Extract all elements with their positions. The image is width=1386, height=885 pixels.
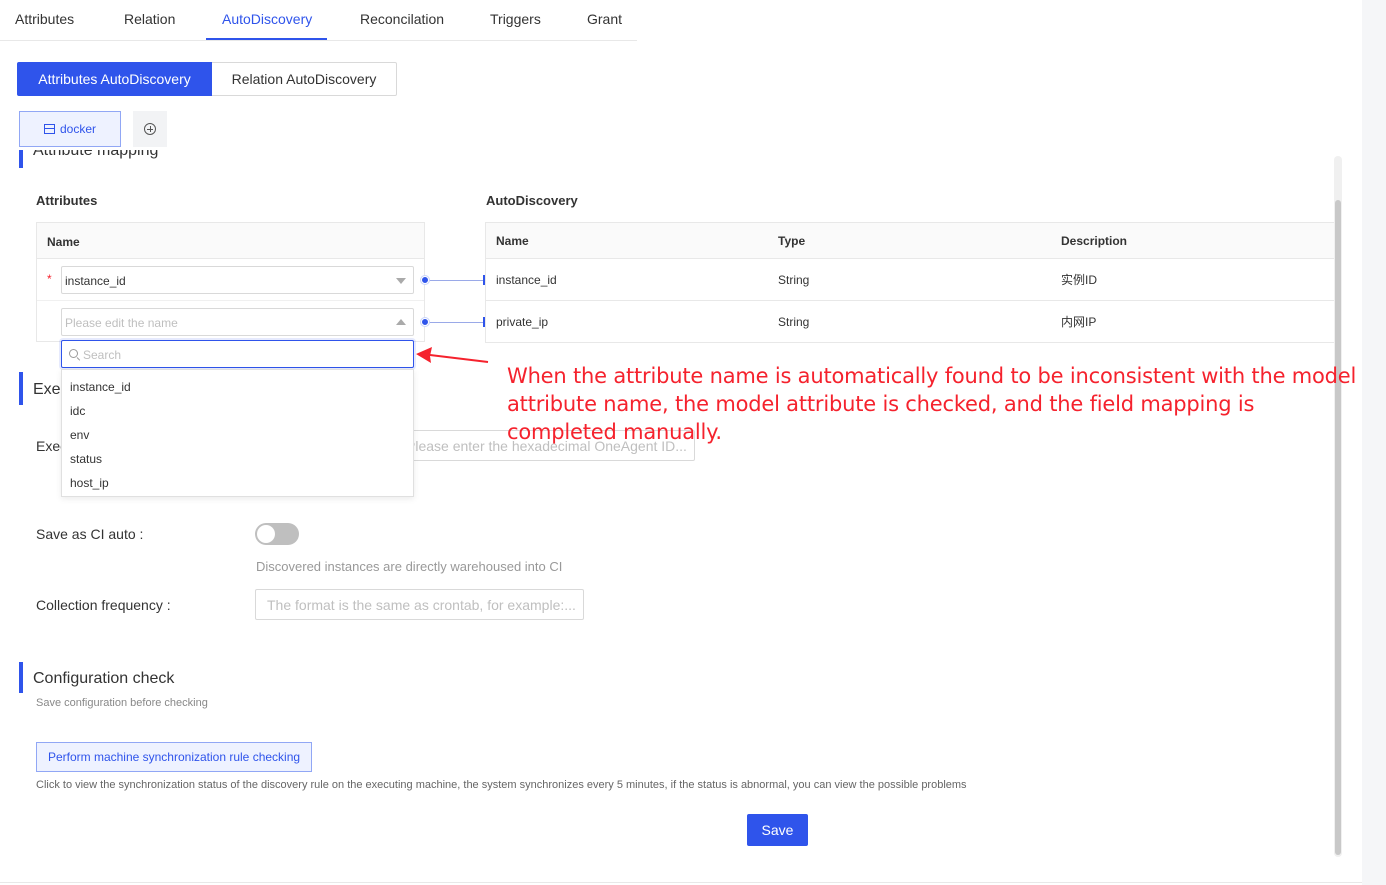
- add-tab-button[interactable]: [133, 111, 167, 147]
- attributes-table-header: Name: [37, 223, 424, 259]
- relation-autodiscovery-button[interactable]: Relation AutoDiscovery: [212, 62, 397, 96]
- autodiscovery-table: Name Type Description instance_id String…: [485, 222, 1335, 343]
- attributes-autodiscovery-button[interactable]: Attributes AutoDiscovery: [17, 62, 212, 96]
- tab-relation[interactable]: Relation: [124, 11, 175, 27]
- annotation-text: When the attribute name is automatically…: [507, 364, 1357, 444]
- docker-tab-label: docker: [59, 122, 97, 136]
- attributes-column-title: Attributes: [36, 193, 98, 208]
- configuration-check-title: Configuration check: [33, 670, 175, 687]
- docker-tab[interactable]: docker: [19, 111, 121, 147]
- connector-dot[interactable]: [421, 318, 429, 326]
- attribute-select[interactable]: instance_id: [61, 266, 414, 294]
- dropdown-option[interactable]: host_ip: [62, 471, 413, 495]
- tab-autodiscovery[interactable]: AutoDiscovery: [222, 11, 312, 27]
- mapping-connector-line: [429, 280, 484, 281]
- collection-frequency-label: Collection frequency :: [36, 597, 171, 613]
- tab-reconcilation[interactable]: Reconcilation: [360, 11, 444, 27]
- connector-dot[interactable]: [421, 276, 429, 284]
- dropdown-search-input[interactable]: Search: [61, 340, 414, 368]
- save-button[interactable]: Save: [747, 814, 808, 846]
- toggle-knob: [257, 525, 275, 543]
- dropdown-option[interactable]: env: [62, 423, 413, 447]
- save-as-ci-toggle[interactable]: [255, 523, 299, 545]
- dropdown-option[interactable]: instance_id: [62, 375, 413, 399]
- scrollbar-thumb[interactable]: [1335, 200, 1341, 855]
- cell-name: private_ip: [496, 315, 549, 329]
- bottom-divider: [0, 882, 1362, 883]
- attribute-select-placeholder: Please edit the name: [65, 316, 178, 330]
- plus-circle-icon: [144, 123, 156, 135]
- header-type: Type: [778, 234, 806, 248]
- table-row: * instance_id: [37, 259, 424, 301]
- dropdown-option[interactable]: status: [62, 447, 413, 471]
- save-as-ci-label: Save as CI auto :: [36, 526, 144, 542]
- tab-attributes[interactable]: Attributes: [15, 11, 74, 27]
- save-as-ci-hint: Discovered instances are directly wareho…: [256, 559, 563, 574]
- cell-description: 实例ID: [1061, 273, 1098, 287]
- content-area: Attribute mapping Attributes AutoDiscove…: [0, 150, 1362, 882]
- required-mark: *: [47, 272, 52, 286]
- attribute-select-open[interactable]: Please edit the name: [61, 308, 414, 336]
- mapping-connector-line: [429, 322, 484, 323]
- section-bar-mapping: [19, 150, 23, 168]
- table-row: instance_id String 实例ID: [486, 259, 1335, 301]
- autodiscovery-table-header: Name Type Description: [486, 223, 1335, 259]
- cell-type: String: [778, 273, 810, 287]
- chevron-down-icon: [396, 278, 406, 284]
- top-tabs: Attributes Relation AutoDiscovery Reconc…: [0, 0, 637, 41]
- chevron-up-icon: [396, 319, 406, 325]
- section-bar-execution: [19, 372, 23, 405]
- search-icon: [69, 349, 78, 358]
- annotation-arrow-icon: [416, 347, 489, 363]
- tab-triggers[interactable]: Triggers: [490, 11, 541, 27]
- header-description: Description: [1061, 234, 1128, 248]
- autodiscovery-column-title: AutoDiscovery: [486, 193, 578, 208]
- configuration-check-subtitle: Save configuration before checking: [36, 697, 208, 709]
- dropdown-search-placeholder: Search: [83, 348, 122, 362]
- active-tab-indicator: [206, 38, 327, 40]
- tab-grant[interactable]: Grant: [587, 11, 622, 27]
- collection-frequency-input[interactable]: The format is the same as crontab, for e…: [255, 589, 584, 620]
- table-row: private_ip String 内网IP: [486, 301, 1335, 343]
- section-bar-config: [19, 662, 23, 693]
- cell-description: 内网IP: [1061, 315, 1097, 329]
- dropdown-option[interactable]: idc: [62, 399, 413, 423]
- cell-type: String: [778, 315, 810, 329]
- table-row: Please edit the name: [37, 301, 424, 343]
- dropdown-list: instance_id idc env status host_ip: [61, 369, 414, 497]
- sync-rule-check-button[interactable]: Perform machine synchronization rule che…: [36, 742, 312, 772]
- header-name: Name: [496, 234, 529, 248]
- attribute-select-value: instance_id: [65, 274, 126, 288]
- attributes-table: Name * instance_id Please edit the name: [36, 222, 425, 342]
- sync-rule-check-hint: Click to view the synchronization status…: [36, 779, 967, 791]
- cell-name: instance_id: [496, 273, 557, 287]
- right-rail: [1362, 0, 1386, 885]
- attribute-mapping-title: Attribute mapping: [33, 150, 159, 159]
- table-icon: [43, 124, 55, 134]
